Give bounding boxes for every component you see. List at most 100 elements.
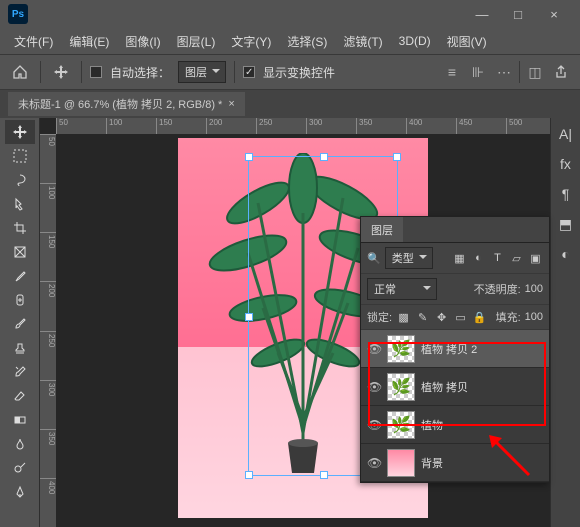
opacity-value[interactable]: 100 — [525, 283, 543, 295]
menu-filter[interactable]: 滤镜(T) — [337, 30, 388, 53]
move-tool-icon[interactable] — [49, 60, 73, 84]
autoselect-checkbox[interactable] — [90, 66, 102, 78]
blend-mode-select[interactable]: 正常 — [367, 278, 437, 300]
filter-smart-icon[interactable]: ▣ — [528, 251, 543, 265]
search-icon[interactable]: 🔍 — [367, 252, 381, 265]
menu-type[interactable]: 文字(Y) — [225, 30, 277, 53]
visibility-icon[interactable]: 👁 — [367, 380, 381, 394]
close-tab-icon[interactable]: × — [228, 98, 234, 110]
eraser-tool[interactable] — [5, 384, 35, 408]
layer-name[interactable]: 背景 — [421, 455, 443, 471]
styles-panel-icon[interactable]: fx — [556, 154, 576, 174]
move-tool[interactable] — [5, 120, 35, 144]
layer-row[interactable]: 👁 🌿 植物 拷贝 — [361, 368, 549, 406]
more-icon[interactable]: ⋯ — [493, 61, 515, 83]
toolbox — [0, 118, 40, 527]
layers-panel[interactable]: 图层 🔍 类型 ▦ ◐ T ▱ ▣ 正常 不透明度: 100 锁定: ▩ ✎ ✥… — [360, 216, 550, 483]
lock-paint-icon[interactable]: ✎ — [415, 310, 430, 324]
character-panel-icon[interactable]: A| — [556, 124, 576, 144]
handle-w[interactable] — [245, 313, 253, 321]
filter-type-select[interactable]: 类型 — [385, 247, 433, 269]
filter-type-icon[interactable]: T — [490, 251, 505, 265]
layer-thumb[interactable]: 🌿 — [387, 373, 415, 401]
lock-row: 锁定: ▩ ✎ ✥ ▭ 🔒 填充: 100 — [361, 305, 549, 330]
healing-tool[interactable] — [5, 288, 35, 312]
align-icon[interactable]: ⊪ — [467, 61, 489, 83]
history-brush-tool[interactable] — [5, 360, 35, 384]
lock-position-icon[interactable]: ✥ — [434, 310, 449, 324]
home-icon[interactable] — [8, 60, 32, 84]
brush-tool[interactable] — [5, 312, 35, 336]
separator — [81, 61, 82, 83]
filter-pixel-icon[interactable]: ▦ — [452, 251, 467, 265]
handle-ne[interactable] — [393, 153, 401, 161]
layer-row[interactable]: 👁 背景 — [361, 444, 549, 482]
crop-tool[interactable] — [5, 216, 35, 240]
visibility-icon[interactable]: 👁 — [367, 456, 381, 470]
menu-select[interactable]: 选择(S) — [281, 30, 333, 53]
eyedropper-tool[interactable] — [5, 264, 35, 288]
layer-thumb[interactable] — [387, 449, 415, 477]
filter-shape-icon[interactable]: ▱ — [509, 251, 524, 265]
dodge-tool[interactable] — [5, 456, 35, 480]
close-window-button[interactable]: × — [536, 0, 572, 28]
3d-mode-icon[interactable]: ◫ — [524, 61, 546, 83]
layer-name[interactable]: 植物 拷贝 2 — [421, 341, 477, 357]
menu-3d[interactable]: 3D(D) — [393, 31, 437, 51]
lock-label: 锁定: — [367, 309, 392, 325]
ruler-horizontal[interactable]: 50100150200250300350400450500 — [56, 118, 550, 134]
layer-thumb[interactable]: 🌿 — [387, 335, 415, 363]
menu-file[interactable]: 文件(F) — [8, 30, 59, 53]
fill-label: 填充: — [496, 309, 521, 325]
menu-image[interactable]: 图像(I) — [119, 30, 166, 53]
layer-list: 👁 🌿 植物 拷贝 2 👁 🌿 植物 拷贝 👁 🌿 植物 👁 背景 — [361, 330, 549, 482]
menu-layer[interactable]: 图层(L) — [171, 30, 222, 53]
layer-row[interactable]: 👁 🌿 植物 拷贝 2 — [361, 330, 549, 368]
layer-name[interactable]: 植物 拷贝 — [421, 379, 468, 395]
options-bar: 自动选择： 图层 显示变换控件 ≡ ⊪ ⋯ ◫ — [0, 54, 580, 90]
handle-s[interactable] — [320, 471, 328, 479]
maximize-button[interactable]: □ — [500, 0, 536, 28]
show-transform-checkbox[interactable] — [243, 66, 255, 78]
titlebar: Ps — □ × — [0, 0, 580, 28]
document-title: 未标题-1 @ 66.7% (植物 拷贝 2, RGB/8) * — [18, 96, 222, 112]
fill-value[interactable]: 100 — [525, 311, 543, 323]
layer-name[interactable]: 植物 — [421, 417, 443, 433]
frame-tool[interactable] — [5, 240, 35, 264]
lock-transparency-icon[interactable]: ▩ — [396, 310, 411, 324]
separator — [234, 61, 235, 83]
gradient-tool[interactable] — [5, 408, 35, 432]
handle-n[interactable] — [320, 153, 328, 161]
visibility-icon[interactable]: 👁 — [367, 418, 381, 432]
lock-all-icon[interactable]: 🔒 — [472, 310, 487, 324]
align-icon[interactable]: ≡ — [441, 61, 463, 83]
swatches-panel-icon[interactable]: ⬒ — [556, 214, 576, 234]
share-icon[interactable] — [550, 61, 572, 83]
document-tab[interactable]: 未标题-1 @ 66.7% (植物 拷贝 2, RGB/8) * × — [8, 92, 245, 116]
blur-tool[interactable] — [5, 432, 35, 456]
lock-artboard-icon[interactable]: ▭ — [453, 310, 468, 324]
layer-thumb[interactable]: 🌿 — [387, 411, 415, 439]
handle-sw[interactable] — [245, 471, 253, 479]
marquee-tool[interactable] — [5, 144, 35, 168]
visibility-icon[interactable]: 👁 — [367, 342, 381, 356]
paragraph-panel-icon[interactable]: ¶ — [556, 184, 576, 204]
handle-nw[interactable] — [245, 153, 253, 161]
menu-view[interactable]: 视图(V) — [441, 30, 493, 53]
minimize-button[interactable]: — — [464, 0, 500, 28]
stamp-tool[interactable] — [5, 336, 35, 360]
menu-edit[interactable]: 编辑(E) — [63, 30, 115, 53]
menubar: 文件(F) 编辑(E) 图像(I) 图层(L) 文字(Y) 选择(S) 滤镜(T… — [0, 28, 580, 54]
layer-filter-row: 🔍 类型 ▦ ◐ T ▱ ▣ — [361, 243, 549, 274]
autoselect-target-select[interactable]: 图层 — [178, 61, 226, 83]
autoselect-label: 自动选择： — [110, 64, 170, 81]
show-transform-label: 显示变换控件 — [263, 64, 335, 81]
quick-select-tool[interactable] — [5, 192, 35, 216]
filter-adjust-icon[interactable]: ◐ — [471, 251, 486, 265]
pen-tool[interactable] — [5, 480, 35, 504]
color-panel-icon[interactable]: ◐ — [556, 244, 576, 264]
lasso-tool[interactable] — [5, 168, 35, 192]
layers-tab[interactable]: 图层 — [361, 217, 403, 242]
ruler-vertical[interactable]: 50100150200250300350400 — [40, 134, 56, 527]
layer-row[interactable]: 👁 🌿 植物 — [361, 406, 549, 444]
